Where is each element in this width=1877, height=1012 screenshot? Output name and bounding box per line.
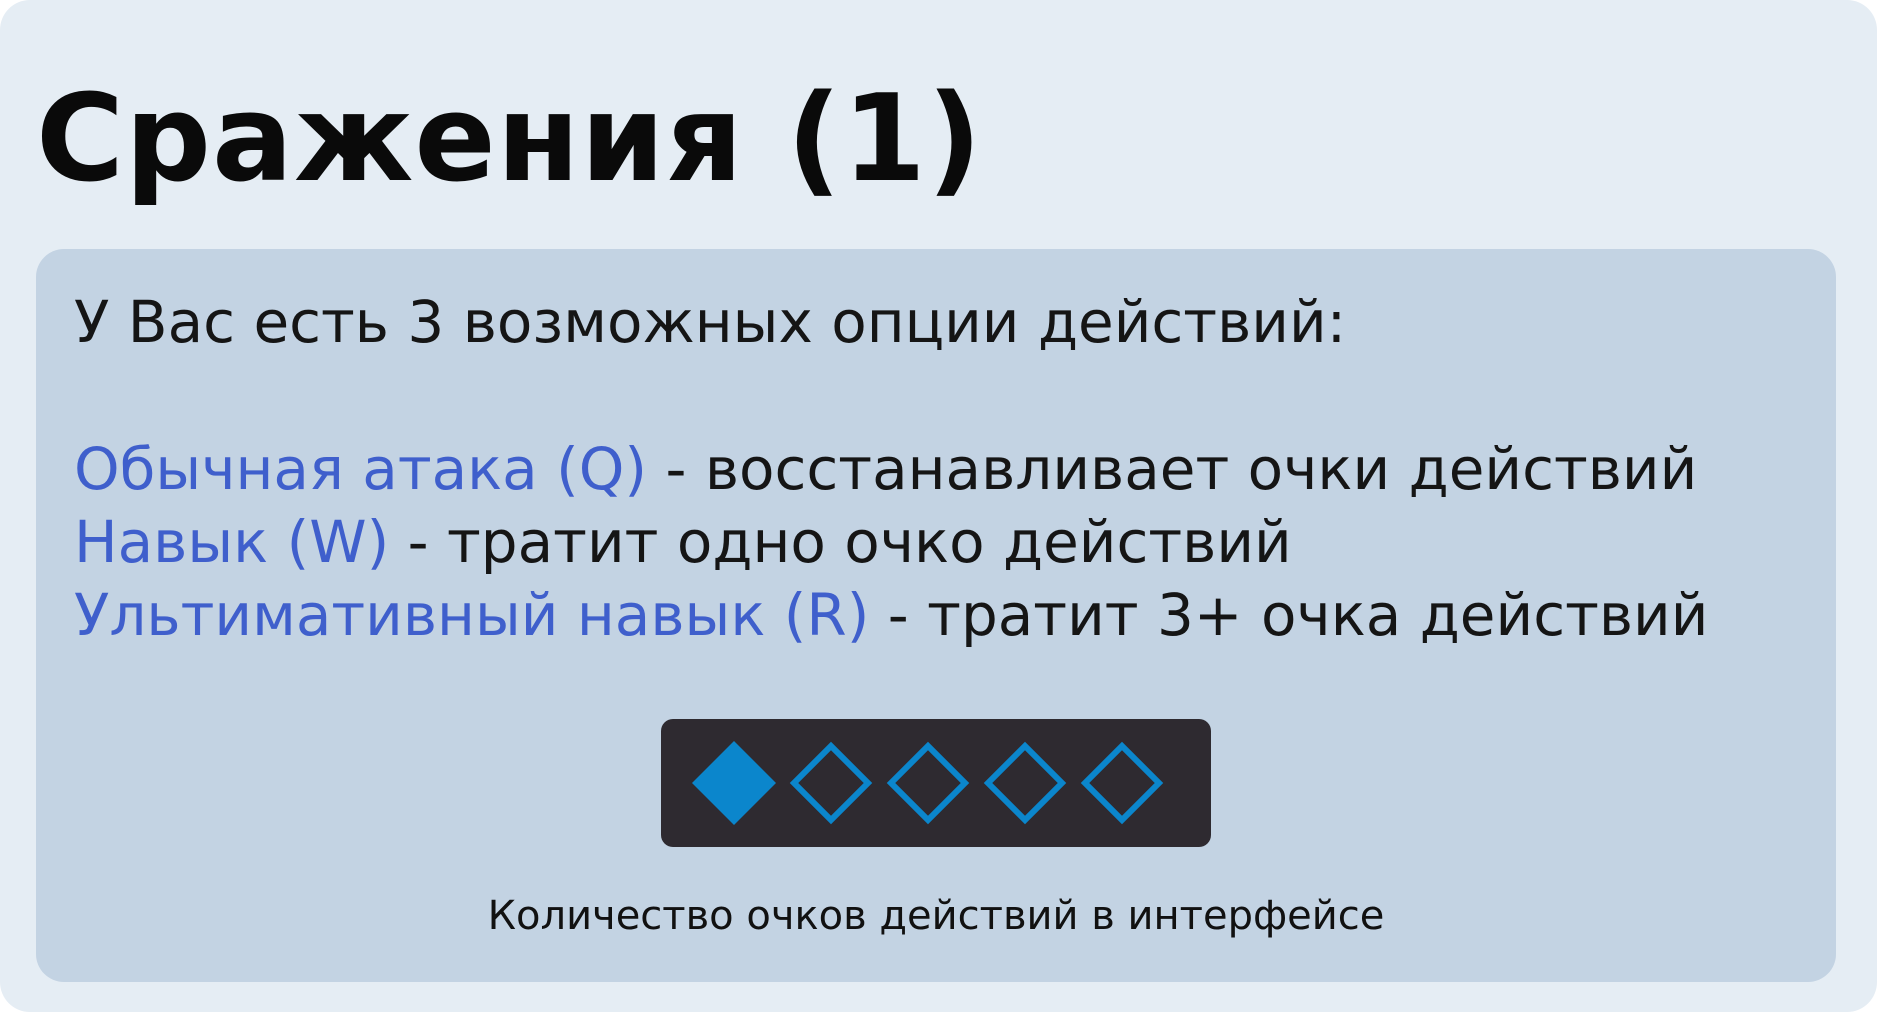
caption: Количество очков действий в интерфейсе [487, 893, 1385, 939]
option-name: Ультимативный навык (R) [74, 581, 870, 649]
action-points-bar [661, 719, 1211, 847]
action-point-filled-icon [692, 741, 776, 825]
option-basic-attack: Обычная атака (Q) - восстанавливает очки… [74, 433, 1708, 506]
action-point-empty-icon [789, 741, 873, 825]
option-description: - тратит одно очко действий [389, 508, 1292, 576]
action-point-empty-icon [886, 741, 970, 825]
option-name: Обычная атака (Q) [74, 435, 648, 503]
content-panel: У Вас есть 3 возможных опции действий: О… [36, 249, 1836, 982]
action-points-indicator [692, 741, 1164, 825]
action-point-empty-icon [983, 741, 1067, 825]
action-point-empty-icon [1080, 741, 1164, 825]
slide: Сражения (1) У Вас есть 3 возможных опци… [0, 0, 1877, 1012]
option-ultimate: Ультимативный навык (R) - тратит 3+ очка… [74, 579, 1708, 652]
option-description: - тратит 3+ очка действий [869, 581, 1709, 649]
page-title: Сражения (1) [36, 70, 983, 209]
option-skill: Навык (W) - тратит одно очко действий [74, 506, 1708, 579]
intro-text: У Вас есть 3 возможных опции действий: [74, 288, 1347, 356]
option-name: Навык (W) [74, 508, 390, 576]
options-list: Обычная атака (Q) - восстанавливает очки… [74, 433, 1708, 652]
option-description: - восстанавливает очки действий [647, 435, 1698, 503]
